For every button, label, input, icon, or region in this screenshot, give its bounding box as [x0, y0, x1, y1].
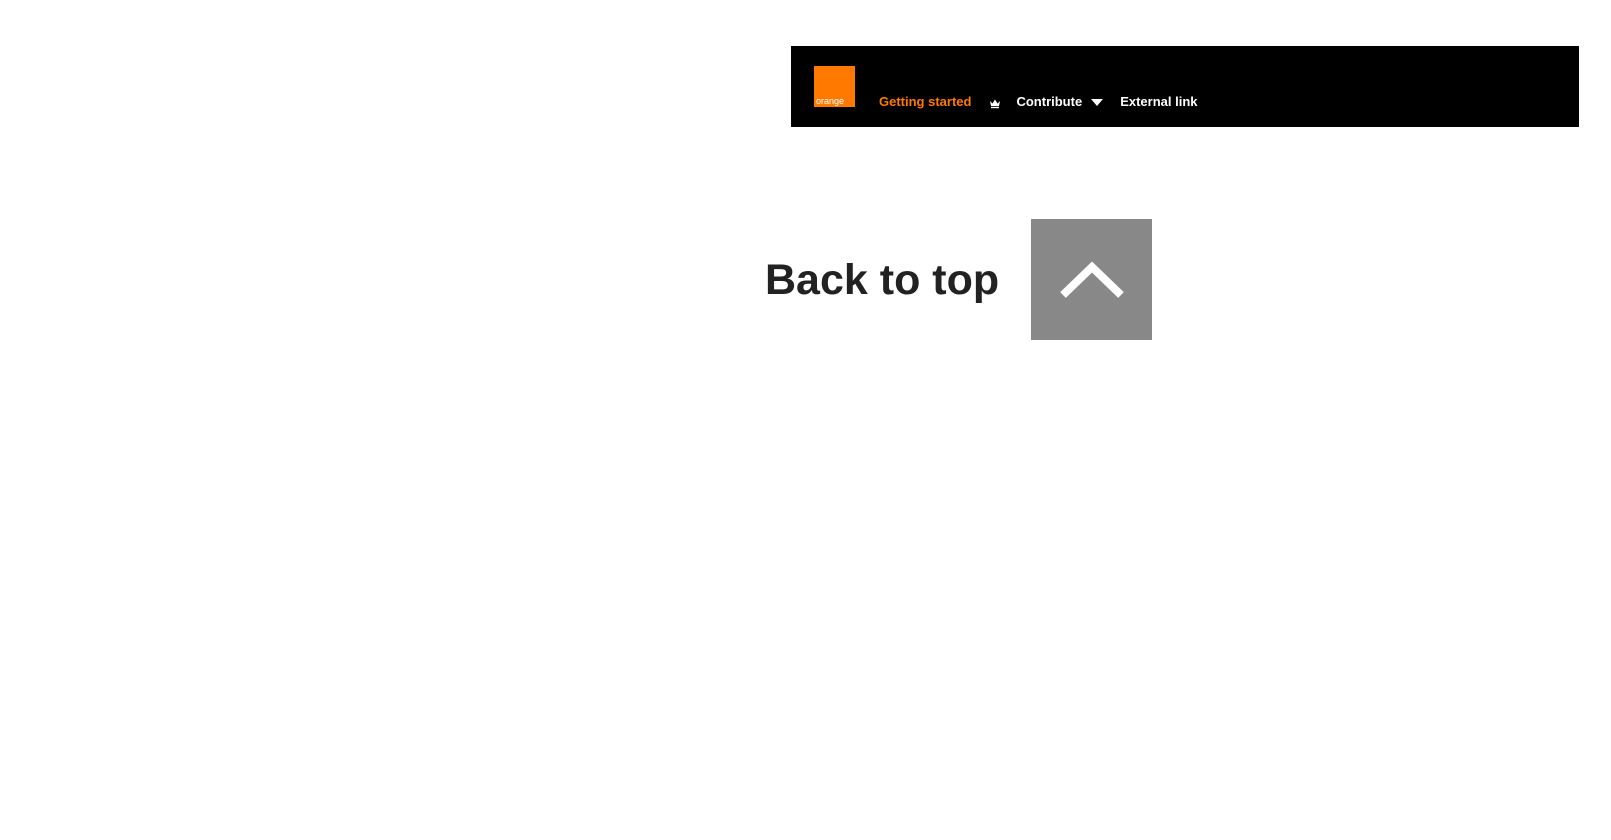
orange-logo[interactable]: orange	[814, 66, 855, 107]
chevron-up-icon	[1059, 260, 1124, 298]
back-to-top-button[interactable]	[1031, 219, 1153, 340]
nav-link-contribute[interactable]: Contribute	[1016, 94, 1082, 110]
nav-dropdown-contribute[interactable]: Contribute	[1016, 94, 1104, 110]
logo-text: orange	[816, 96, 845, 106]
chevron-down-icon	[1091, 98, 1104, 106]
nav-items: Getting started Contribute External link	[879, 94, 1198, 110]
page: orange Getting started Contribute Extern…	[0, 0, 1611, 840]
crown-icon	[989, 96, 1001, 109]
navbar: orange Getting started Contribute Extern…	[791, 46, 1579, 127]
nav-link-external[interactable]: External link	[1120, 94, 1197, 110]
back-to-top-label: Back to top	[765, 255, 1000, 304]
back-to-top: Back to top	[765, 219, 1153, 340]
nav-link-getting-started[interactable]: Getting started	[879, 94, 971, 110]
